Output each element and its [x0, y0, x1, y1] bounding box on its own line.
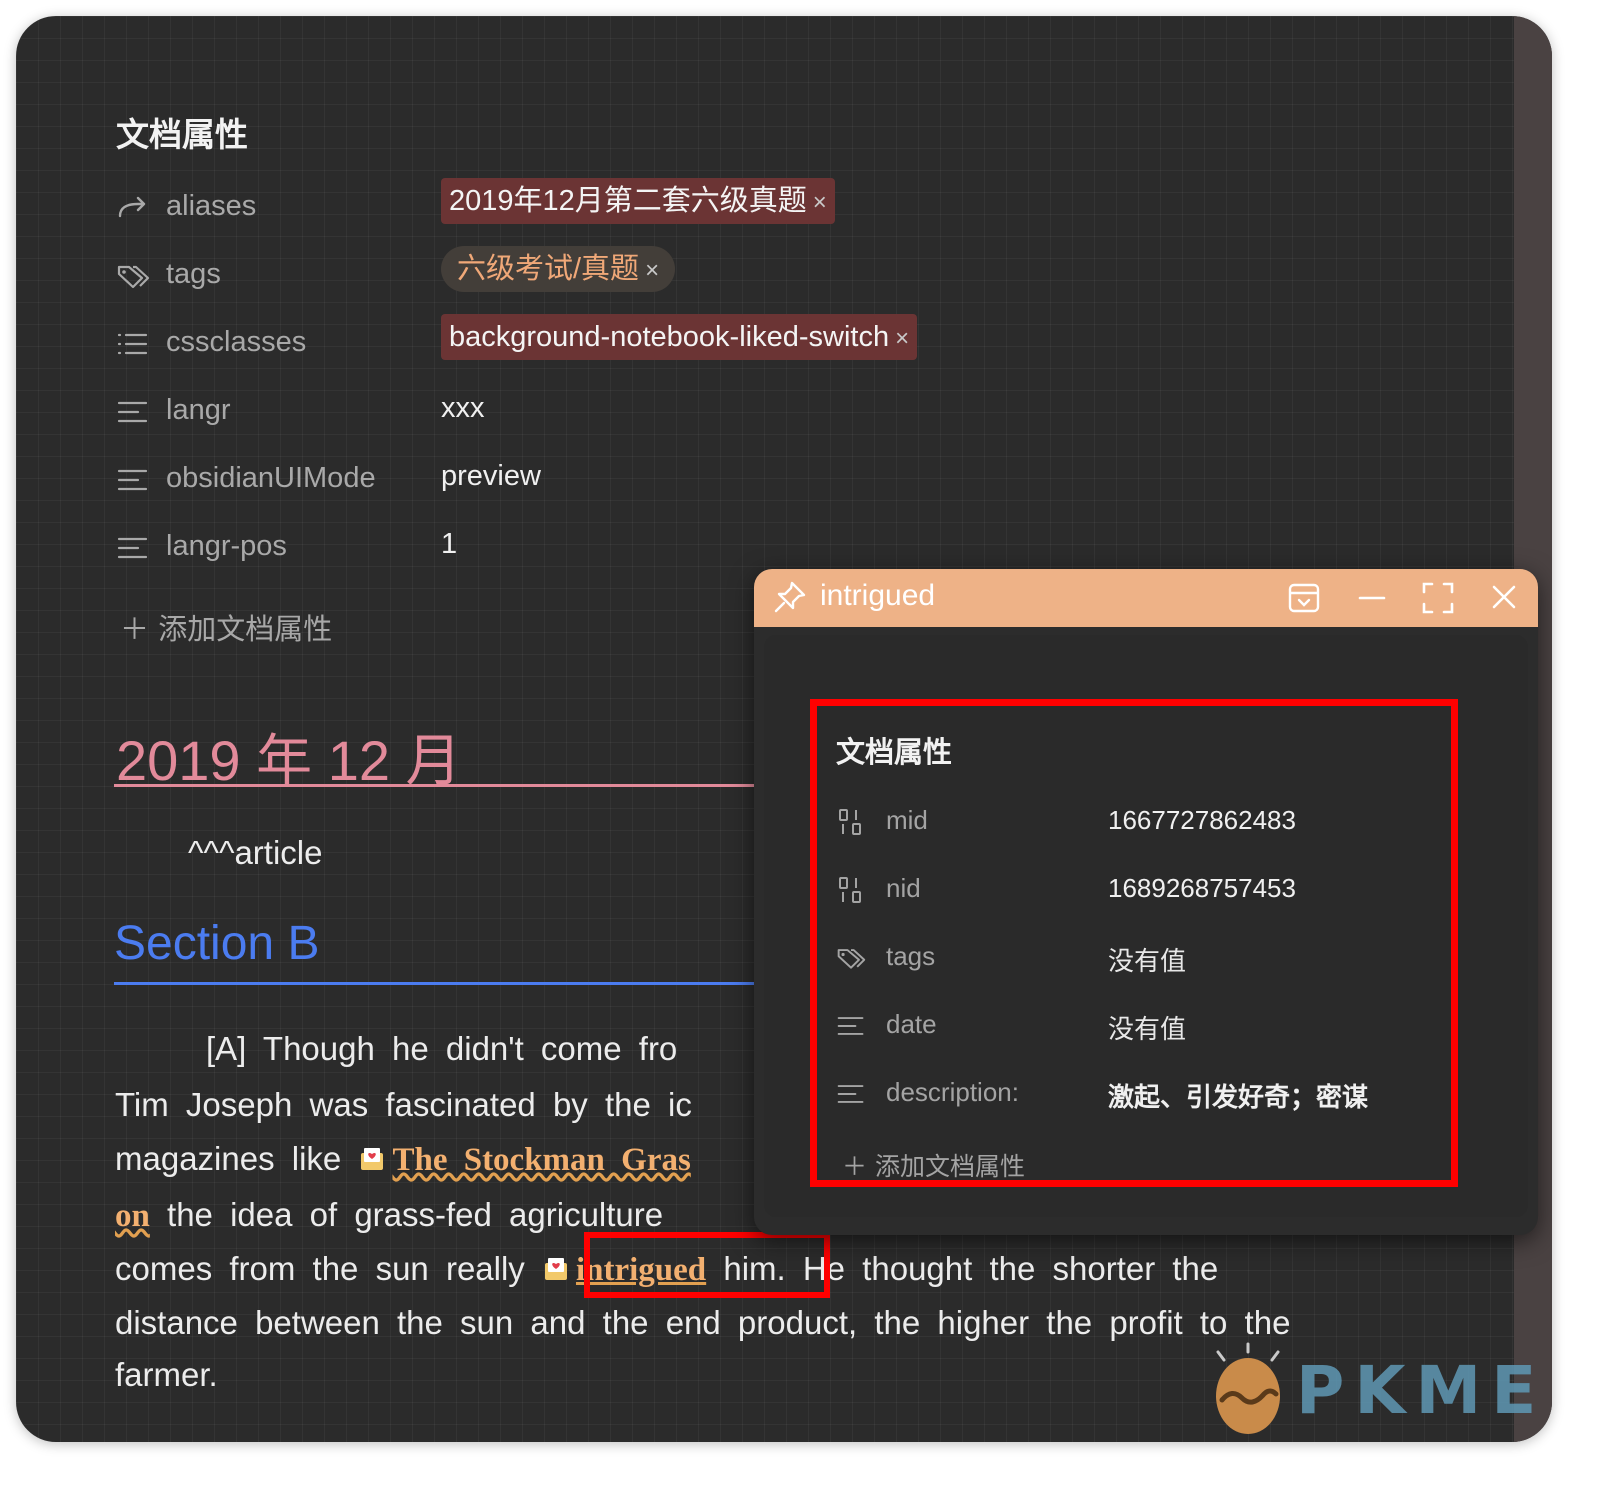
- watermark-text: PKMER: [1296, 1352, 1552, 1429]
- property-key: tags: [166, 258, 221, 290]
- remove-icon[interactable]: ×: [813, 189, 827, 216]
- highlight-box-properties: [810, 699, 1458, 1187]
- add-property-button[interactable]: ＋ 添加文档属性: [120, 606, 332, 648]
- wiki-link-stockman[interactable]: The Stockman Gras: [392, 1142, 690, 1178]
- paragraph-line: distance between the sun and the end pro…: [115, 1304, 1291, 1341]
- paragraph-text: comes from the sun really: [115, 1250, 542, 1287]
- remove-icon[interactable]: ×: [895, 325, 909, 352]
- wiki-link-stockman-cont[interactable]: on: [115, 1198, 150, 1234]
- article-block-ref: ^^^article: [188, 834, 323, 871]
- property-value[interactable]: 1: [441, 528, 457, 561]
- remove-icon[interactable]: ×: [645, 257, 659, 284]
- list-icon: [117, 333, 148, 355]
- property-key: aliases: [166, 190, 257, 222]
- close-icon[interactable]: [1484, 579, 1524, 617]
- hover-preview-popover[interactable]: intrigued 文档属性 mid 1667727862483 nid 168…: [754, 569, 1538, 1235]
- property-value[interactable]: preview: [441, 460, 541, 493]
- property-key: cssclasses: [166, 326, 307, 358]
- paragraph-text: magazines like: [115, 1140, 359, 1177]
- heading-2: Section B: [114, 917, 320, 970]
- property-row-aliases[interactable]: aliases 2019年12月第二套六级真题 ×: [116, 178, 1016, 230]
- heading-2-underline: [114, 982, 754, 985]
- text-lines-icon: [117, 537, 148, 559]
- forward-arrow-icon: [118, 196, 146, 218]
- property-key: langr-pos: [166, 530, 287, 562]
- property-row-obsidianuimode[interactable]: obsidianUIMode preview: [116, 458, 1016, 502]
- property-row-langr-pos[interactable]: langr-pos 1: [116, 526, 1016, 570]
- property-value[interactable]: xxx: [441, 392, 485, 425]
- tags-icon: [117, 265, 150, 289]
- pin-icon[interactable]: [772, 579, 808, 615]
- maximize-icon[interactable]: [1418, 579, 1458, 617]
- pkmer-logo-icon: [1216, 1342, 1280, 1434]
- alias-pill[interactable]: 2019年12月第二套六级真题 ×: [441, 178, 835, 224]
- property-key: obsidianUIMode: [166, 462, 376, 494]
- paragraph-text: the idea of grass-fed agriculture: [149, 1196, 664, 1233]
- property-row-langr[interactable]: langr xxx: [116, 390, 1016, 434]
- archive-icon[interactable]: [1284, 579, 1324, 617]
- text-lines-icon: [117, 469, 148, 491]
- popover-header[interactable]: intrigued: [754, 569, 1538, 627]
- cssclass-pill[interactable]: background-notebook-liked-switch ×: [441, 314, 918, 360]
- heading-1-underline: [114, 784, 754, 787]
- note-icon: [361, 1148, 384, 1170]
- property-key: langr: [166, 394, 231, 426]
- editor-window: 文档属性 aliases 2019年12月第二套六级真题 × tags 六级考试/…: [16, 16, 1552, 1442]
- minimize-icon[interactable]: [1352, 579, 1392, 617]
- property-row-tags[interactable]: tags 六级考试/真题 ×: [116, 246, 1016, 298]
- note-icon: [544, 1258, 567, 1280]
- highlight-box-link: [584, 1232, 830, 1298]
- tag-pill[interactable]: 六级考试/真题 ×: [441, 246, 676, 292]
- properties-title: 文档属性: [116, 115, 248, 154]
- text-lines-icon: [117, 401, 148, 423]
- property-row-cssclasses[interactable]: cssclasses background-notebook-liked-swi…: [116, 314, 1016, 366]
- popover-title: intrigued: [820, 579, 936, 612]
